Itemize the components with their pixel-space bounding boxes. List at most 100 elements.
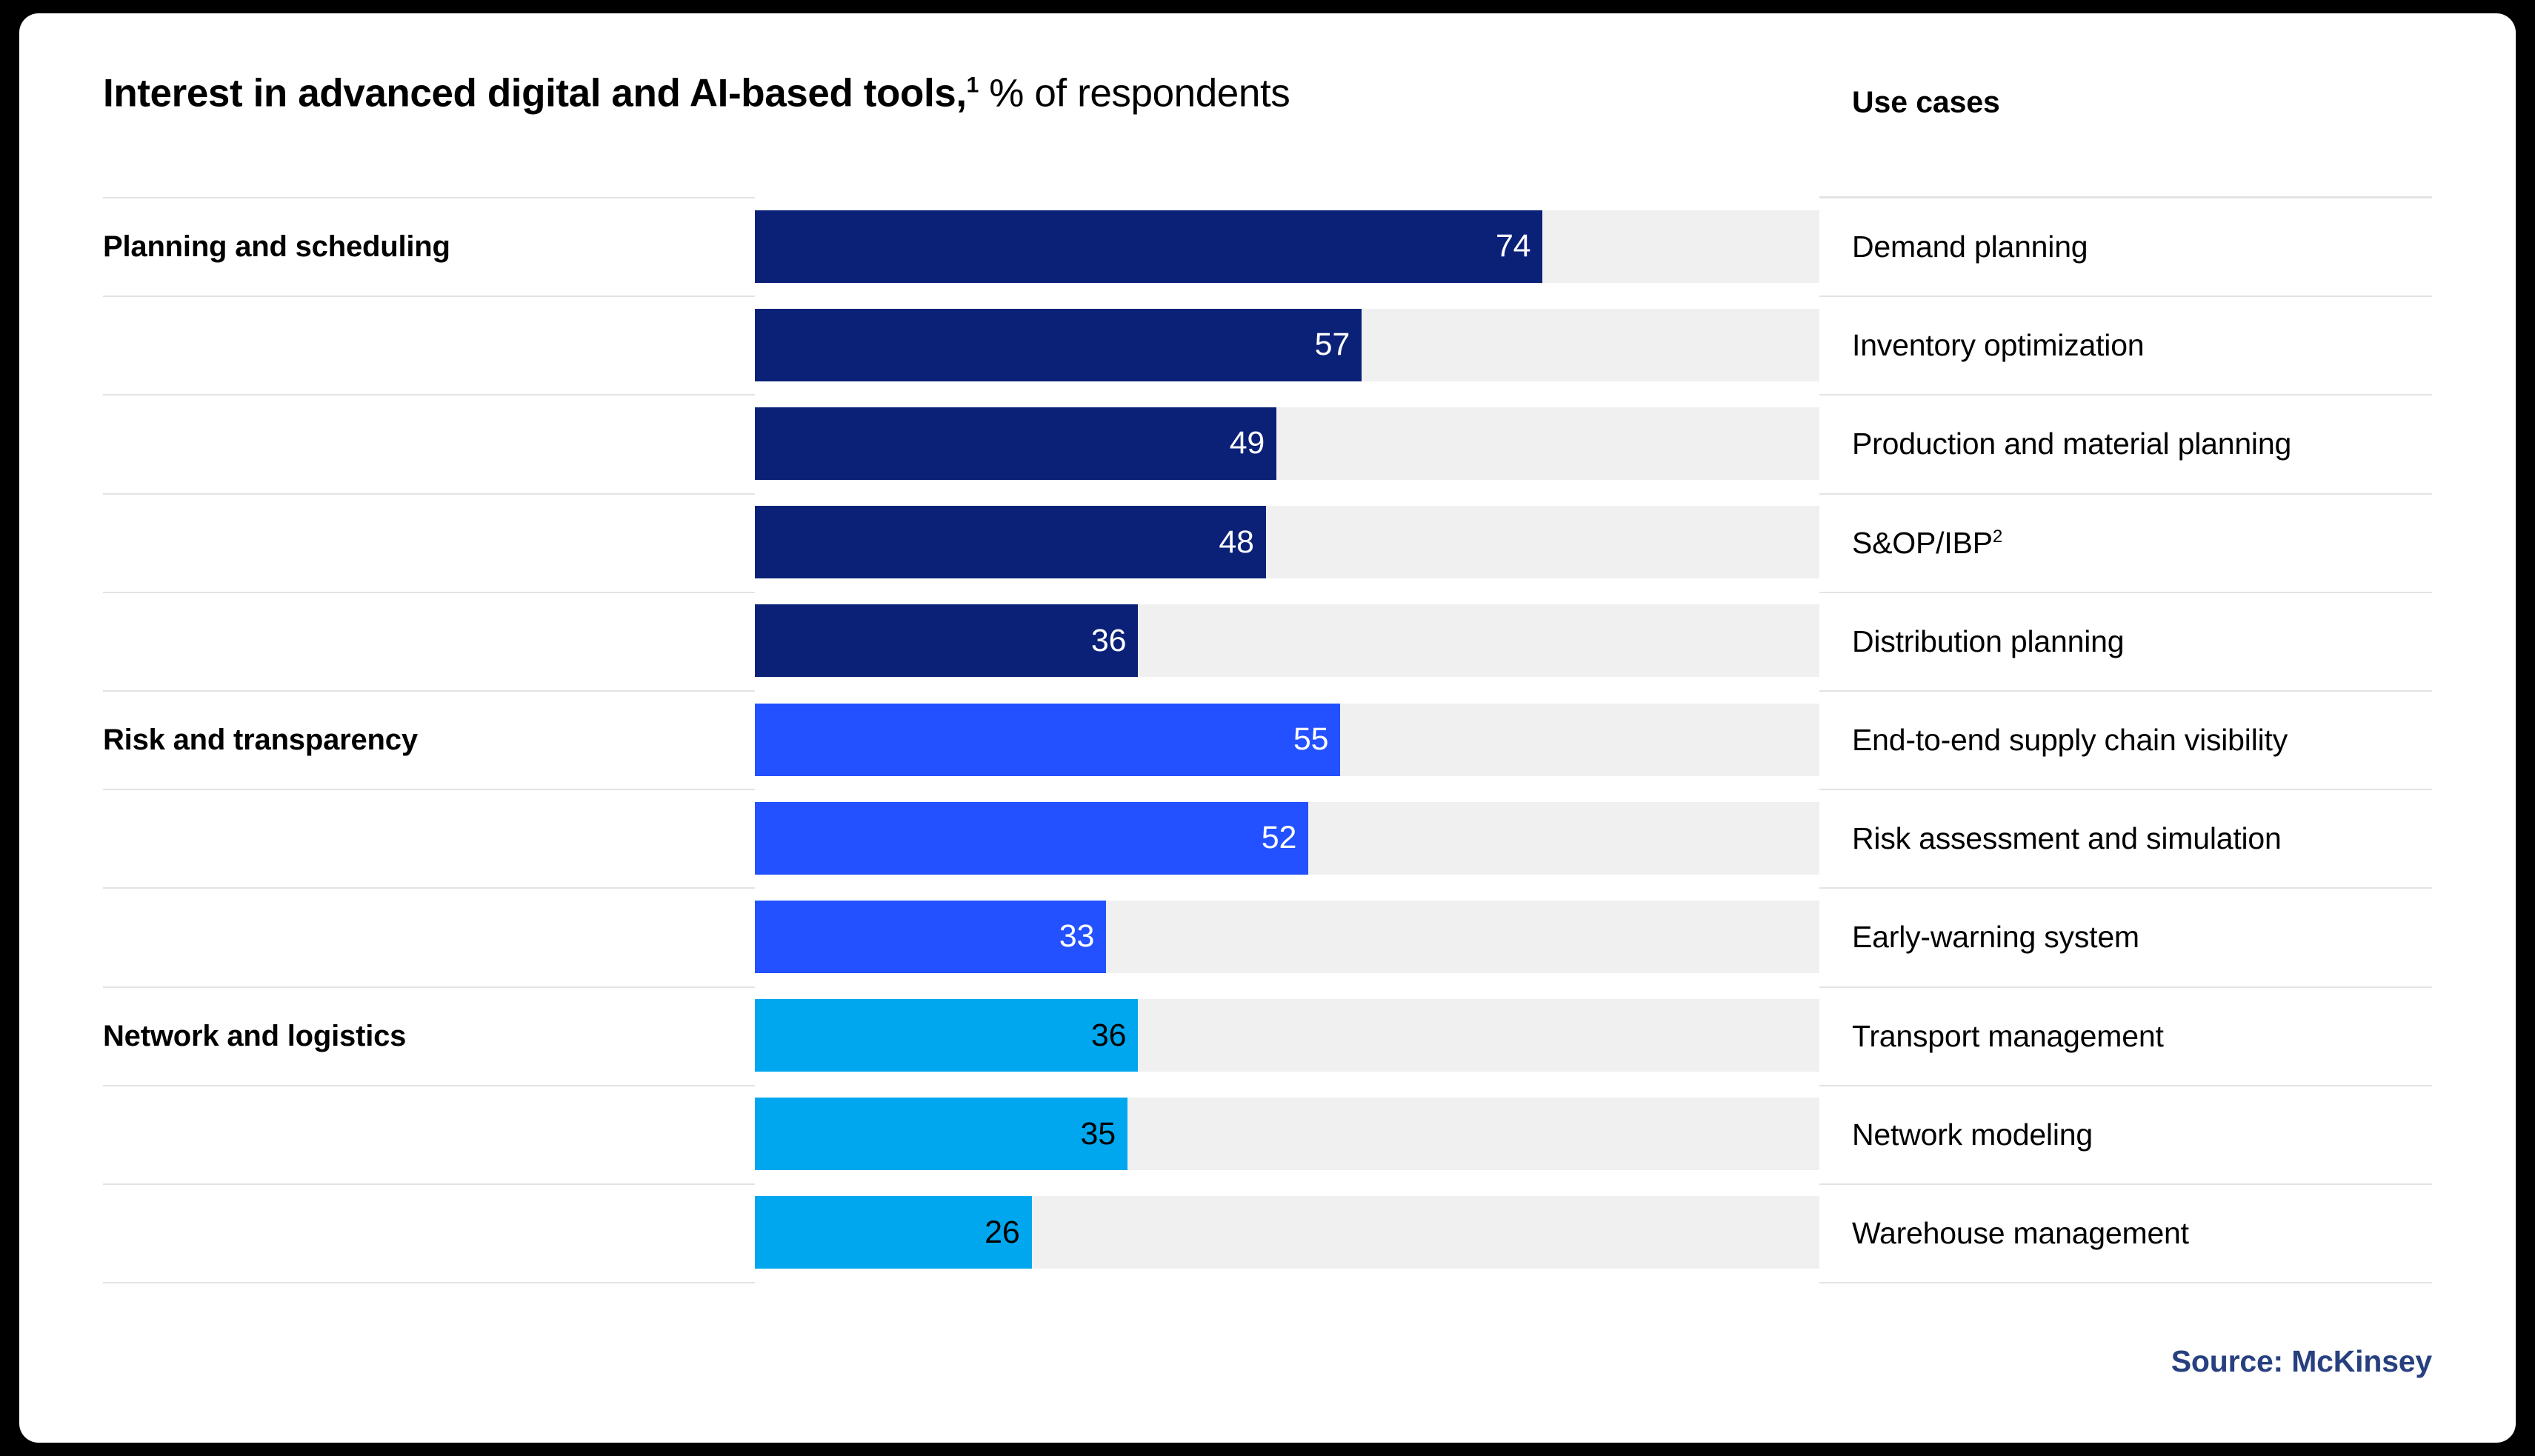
category-label: Network and logistics — [103, 1019, 407, 1052]
use-case-cell: Warehouse management — [1819, 1183, 2432, 1282]
use-case-text: Demand planning — [1852, 230, 2088, 264]
table-row: 26 Warehouse management — [19, 1183, 2516, 1282]
category-cell — [103, 887, 755, 986]
bar-value-label: 55 — [1293, 721, 1329, 758]
category-cell: Network and logistics — [103, 986, 755, 1085]
bar: 48 — [755, 506, 1266, 579]
use-case-label: Risk assessment and simulation — [1852, 821, 2282, 856]
bar-track: 49 — [755, 407, 1819, 480]
bar: 49 — [755, 407, 1277, 480]
bottom-divider-right — [1819, 1282, 2432, 1284]
bar-value-label: 33 — [1059, 918, 1095, 955]
table-row: Network and logistics 36 Transport managem… — [19, 986, 2516, 1085]
use-case-label: Transport management — [1852, 1019, 2164, 1054]
use-case-text: End-to-end supply chain visibility — [1852, 723, 2288, 758]
bar-track: 52 — [755, 801, 1819, 875]
use-case-text: Warehouse management — [1852, 1215, 2189, 1250]
bar-cell: 49 — [755, 394, 1819, 492]
page-background: Interest in advanced digital and AI-base… — [0, 0, 2535, 1456]
table-row: 33 Early-warning system — [19, 887, 2516, 986]
use-case-label: Network modeling — [1852, 1118, 2093, 1152]
source-credit: Source: McKinsey — [2171, 1344, 2432, 1378]
bar-value-label: 48 — [1219, 524, 1254, 560]
table-row: 36 Distribution planning — [19, 591, 2516, 690]
bar-value-label: 36 — [1090, 1017, 1127, 1053]
category-cell: Risk and transparency — [103, 689, 755, 789]
category-cell — [103, 394, 755, 492]
use-case-label: Inventory optimization — [1852, 328, 2145, 363]
use-case-cell: Distribution planning — [1819, 591, 2432, 690]
bar-cell: 55 — [755, 690, 1819, 789]
bar: 55 — [755, 703, 1341, 776]
title-footnote-marker: 1 — [966, 73, 979, 98]
table-row: Risk and transparency 55 End-to-end supply… — [19, 689, 2516, 789]
category-cell — [103, 789, 755, 887]
bar-track: 35 — [755, 1098, 1819, 1171]
bar-value-label: 36 — [1090, 622, 1127, 658]
use-case-label: Production and material planning — [1852, 427, 2291, 461]
bar-track: 36 — [755, 604, 1819, 678]
table-row: 52 Risk assessment and simulation — [19, 789, 2516, 887]
use-case-label: End-to-end supply chain visibility — [1852, 723, 2288, 758]
chart-card: Interest in advanced digital and AI-base… — [19, 13, 2516, 1443]
title-main-text: Interest in advanced digital and AI-base… — [103, 71, 967, 116]
page-title: Interest in advanced digital and AI-base… — [103, 71, 1290, 116]
use-case-label: S&OP/IBP2 — [1852, 526, 2002, 561]
use-case-label: Demand planning — [1852, 230, 2088, 264]
use-case-cell: Transport management — [1819, 986, 2432, 1085]
bar: 74 — [755, 210, 1543, 283]
bar-track: 26 — [755, 1196, 1819, 1269]
bar-track: 33 — [755, 900, 1819, 973]
bar-value-label: 26 — [985, 1214, 1020, 1250]
bottom-divider-left — [103, 1282, 755, 1284]
bar-value-label: 49 — [1229, 425, 1265, 461]
category-cell — [103, 1084, 755, 1183]
bar: 52 — [755, 801, 1309, 875]
bar-value-label: 74 — [1495, 228, 1531, 264]
use-case-label: Early-warning system — [1852, 920, 2139, 955]
bar-cell: 57 — [755, 295, 1819, 394]
use-case-cell: End-to-end supply chain visibility — [1819, 689, 2432, 789]
bar: 36 — [755, 999, 1139, 1072]
use-case-cell: Network modeling — [1819, 1084, 2432, 1183]
use-case-cell: S&OP/IBP2 — [1819, 492, 2432, 592]
bar-cell: 52 — [755, 789, 1819, 887]
category-cell — [103, 1183, 755, 1282]
bar-cell: 35 — [755, 1085, 1819, 1183]
bar-track: 36 — [755, 999, 1819, 1072]
bar: 35 — [755, 1098, 1127, 1171]
category-cell — [103, 492, 755, 592]
use-cases-column-header: Use cases — [1852, 84, 2000, 119]
use-case-text: S&OP/IBP — [1852, 525, 1993, 560]
use-case-text: Risk assessment and simulation — [1852, 821, 2282, 856]
bar-cell: 36 — [755, 986, 1819, 1085]
title-subtitle-text: % of respondents — [978, 71, 1290, 116]
category-label: Risk and transparency — [103, 724, 418, 757]
bar: 26 — [755, 1196, 1032, 1269]
use-case-text: Distribution planning — [1852, 624, 2125, 658]
use-case-text: Transport management — [1852, 1018, 2164, 1053]
use-case-cell: Risk assessment and simulation — [1819, 789, 2432, 887]
use-case-text: Early-warning system — [1852, 920, 2139, 955]
bar-value-label: 57 — [1314, 327, 1350, 363]
use-case-cell: Early-warning system — [1819, 887, 2432, 986]
bar: 36 — [755, 604, 1139, 678]
bar: 33 — [755, 900, 1107, 973]
table-row: 57 Inventory optimization — [19, 295, 2516, 394]
category-label: Planning and scheduling — [103, 230, 450, 264]
bar-cell: 74 — [755, 197, 1819, 295]
chart-rows: Planning and scheduling 74 Demand planning… — [19, 197, 2516, 1282]
table-row: 48 S&OP/IBP2 — [19, 492, 2516, 592]
use-case-footnote-marker: 2 — [1992, 527, 2002, 547]
bar: 57 — [755, 308, 1362, 381]
bar-cell: 48 — [755, 493, 1819, 592]
bar-cell: 36 — [755, 592, 1819, 690]
use-case-cell: Demand planning — [1819, 197, 2432, 295]
use-case-text: Inventory optimization — [1852, 328, 2145, 363]
use-case-cell: Production and material planning — [1819, 394, 2432, 492]
bar-track: 57 — [755, 308, 1819, 381]
bar-cell: 33 — [755, 887, 1819, 986]
use-case-label: Distribution planning — [1852, 624, 2125, 659]
bar-value-label: 35 — [1080, 1115, 1116, 1152]
chart-header: Interest in advanced digital and AI-base… — [19, 13, 2516, 197]
